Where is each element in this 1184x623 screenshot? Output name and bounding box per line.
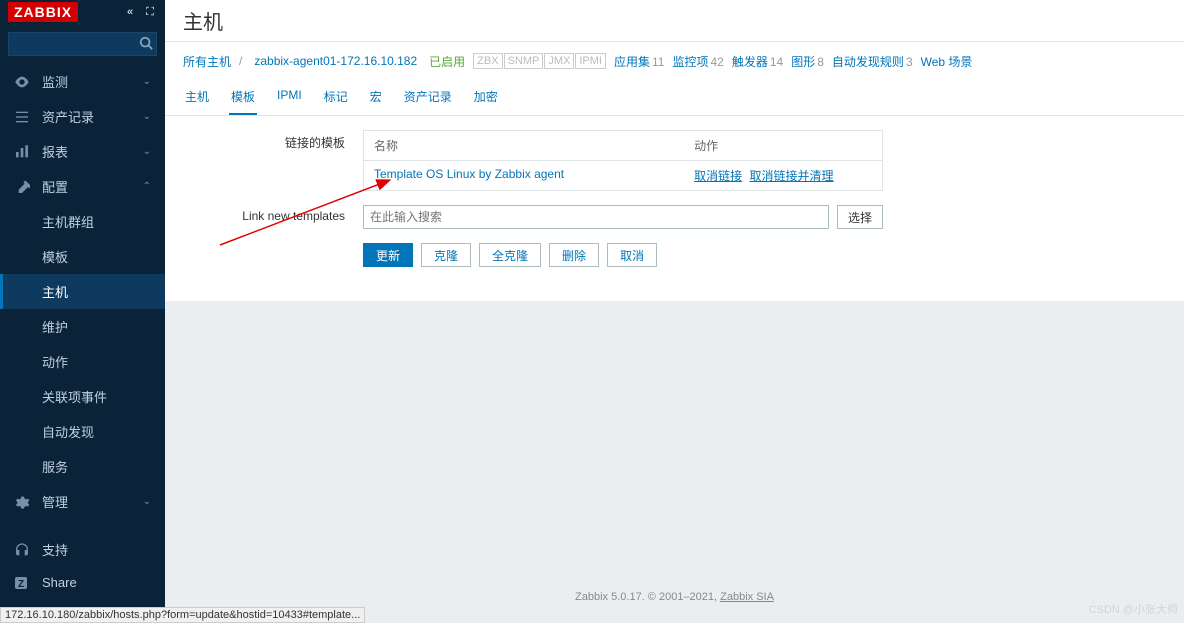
list-icon <box>14 109 32 125</box>
template-link[interactable]: Template OS Linux by Zabbix agent <box>374 167 564 181</box>
breadcrumb-hostname[interactable]: zabbix-agent01-172.16.10.182 <box>250 52 421 70</box>
nav-reports-label: 报表 <box>42 142 68 161</box>
tab-host[interactable]: 主机 <box>183 80 211 115</box>
breadcrumb: 所有主机 / zabbix-agent01-172.16.10.182 已启用 … <box>165 42 1184 80</box>
nav-administration-label: 管理 <box>42 492 68 511</box>
items-count: 42 <box>710 55 723 69</box>
link-template-input[interactable] <box>363 205 829 229</box>
chevron-down-icon: ⌄ <box>143 496 151 507</box>
delete-button[interactable]: 删除 <box>549 243 599 267</box>
update-button[interactable]: 更新 <box>363 243 413 267</box>
browser-status-bar: 172.16.10.180/zabbix/hosts.php?form=upda… <box>0 607 365 623</box>
discovery-count: 3 <box>906 55 913 69</box>
nav-monitoring-label: 监测 <box>42 72 68 91</box>
snmp-tag: SNMP <box>504 53 544 69</box>
zabbix-logo[interactable]: ZABBIX <box>8 2 78 22</box>
subnav-eventcorrelation[interactable]: 关联项事件 <box>0 379 165 414</box>
chevron-down-icon: ⌄ <box>143 76 151 87</box>
nav-support-label: 支持 <box>42 540 68 559</box>
search-icon[interactable] <box>139 36 153 53</box>
nav-configuration-label: 配置 <box>42 177 68 196</box>
link-triggers[interactable]: 触发器 <box>732 55 768 69</box>
link-web[interactable]: Web 场景 <box>921 53 973 70</box>
link-new-label: Link new templates <box>183 205 363 229</box>
chevron-down-icon: ⌄ <box>143 146 151 157</box>
share-icon: Z <box>14 576 32 590</box>
subnav-hosts[interactable]: 主机 <box>0 274 165 309</box>
link-applications[interactable]: 应用集 <box>614 55 650 69</box>
ipmi-tag: IPMI <box>575 53 606 69</box>
tab-tags[interactable]: 标记 <box>322 80 350 115</box>
wrench-icon <box>14 179 32 195</box>
col-name-header: 名称 <box>374 137 694 154</box>
chevron-down-icon: ⌄ <box>143 111 151 122</box>
eye-icon <box>14 74 32 90</box>
linked-templates-label: 链接的模板 <box>183 130 363 191</box>
tab-inventory[interactable]: 资产记录 <box>402 80 454 115</box>
link-graphs[interactable]: 图形 <box>791 55 815 69</box>
graphs-count: 8 <box>817 55 824 69</box>
breadcrumb-all-hosts[interactable]: 所有主机 <box>183 53 231 70</box>
col-action-header: 动作 <box>694 137 872 154</box>
breadcrumb-sep: / <box>239 54 242 68</box>
cancel-button[interactable]: 取消 <box>607 243 657 267</box>
headset-icon <box>14 542 32 558</box>
chart-icon <box>14 144 32 160</box>
nav-monitoring[interactable]: 监测 ⌄ <box>0 64 165 99</box>
zbx-tag: ZBX <box>473 53 502 69</box>
fullscreen-icon[interactable]: ⛶ <box>143 5 157 19</box>
subnav-hostgroups[interactable]: 主机群组 <box>0 204 165 239</box>
nav-administration[interactable]: 管理 ⌄ <box>0 484 165 519</box>
watermark: CSDN @小张大师 <box>1089 601 1178 617</box>
clone-button[interactable]: 克隆 <box>421 243 471 267</box>
sidebar-search-input[interactable] <box>8 32 157 56</box>
footer: Zabbix 5.0.17. © 2001–2021, Zabbix SIA <box>575 591 774 603</box>
collapse-icon[interactable]: « <box>123 5 137 19</box>
unlink-link[interactable]: 取消链接 <box>694 169 742 183</box>
nav-configuration[interactable]: 配置 ⌃ <box>0 169 165 204</box>
page-title: 主机 <box>165 0 1184 42</box>
footer-link[interactable]: Zabbix SIA <box>720 591 774 603</box>
tab-ipmi[interactable]: IPMI <box>275 80 304 115</box>
unlink-clear-link[interactable]: 取消链接并清理 <box>750 169 834 183</box>
full-clone-button[interactable]: 全克隆 <box>479 243 541 267</box>
nav-support[interactable]: 支持 <box>0 532 165 567</box>
tab-encryption[interactable]: 加密 <box>472 80 500 115</box>
applications-count: 11 <box>652 55 664 69</box>
subnav-services[interactable]: 服务 <box>0 449 165 484</box>
link-items[interactable]: 监控项 <box>672 55 708 69</box>
status-enabled: 已启用 <box>429 53 465 70</box>
nav-inventory[interactable]: 资产记录 ⌄ <box>0 99 165 134</box>
subnav-templates[interactable]: 模板 <box>0 239 165 274</box>
nav-reports[interactable]: 报表 ⌄ <box>0 134 165 169</box>
nav-share[interactable]: Z Share <box>0 567 165 598</box>
template-row: Template OS Linux by Zabbix agent 取消链接 取… <box>364 161 882 190</box>
tabs: 主机 模板 IPMI 标记 宏 资产记录 加密 <box>165 80 1184 116</box>
gear-icon <box>14 494 32 510</box>
triggers-count: 14 <box>770 55 783 69</box>
tab-macros[interactable]: 宏 <box>368 80 384 115</box>
subnav-actions[interactable]: 动作 <box>0 344 165 379</box>
subnav-maintenance[interactable]: 维护 <box>0 309 165 344</box>
jmx-tag: JMX <box>544 53 574 69</box>
nav-share-label: Share <box>42 575 77 590</box>
nav-inventory-label: 资产记录 <box>42 107 94 126</box>
tab-templates[interactable]: 模板 <box>229 80 257 115</box>
chevron-up-icon: ⌃ <box>143 181 151 192</box>
link-discovery[interactable]: 自动发现规则 <box>832 55 904 69</box>
svg-text:Z: Z <box>18 579 24 590</box>
select-button[interactable]: 选择 <box>837 205 883 229</box>
subnav-discovery[interactable]: 自动发现 <box>0 414 165 449</box>
